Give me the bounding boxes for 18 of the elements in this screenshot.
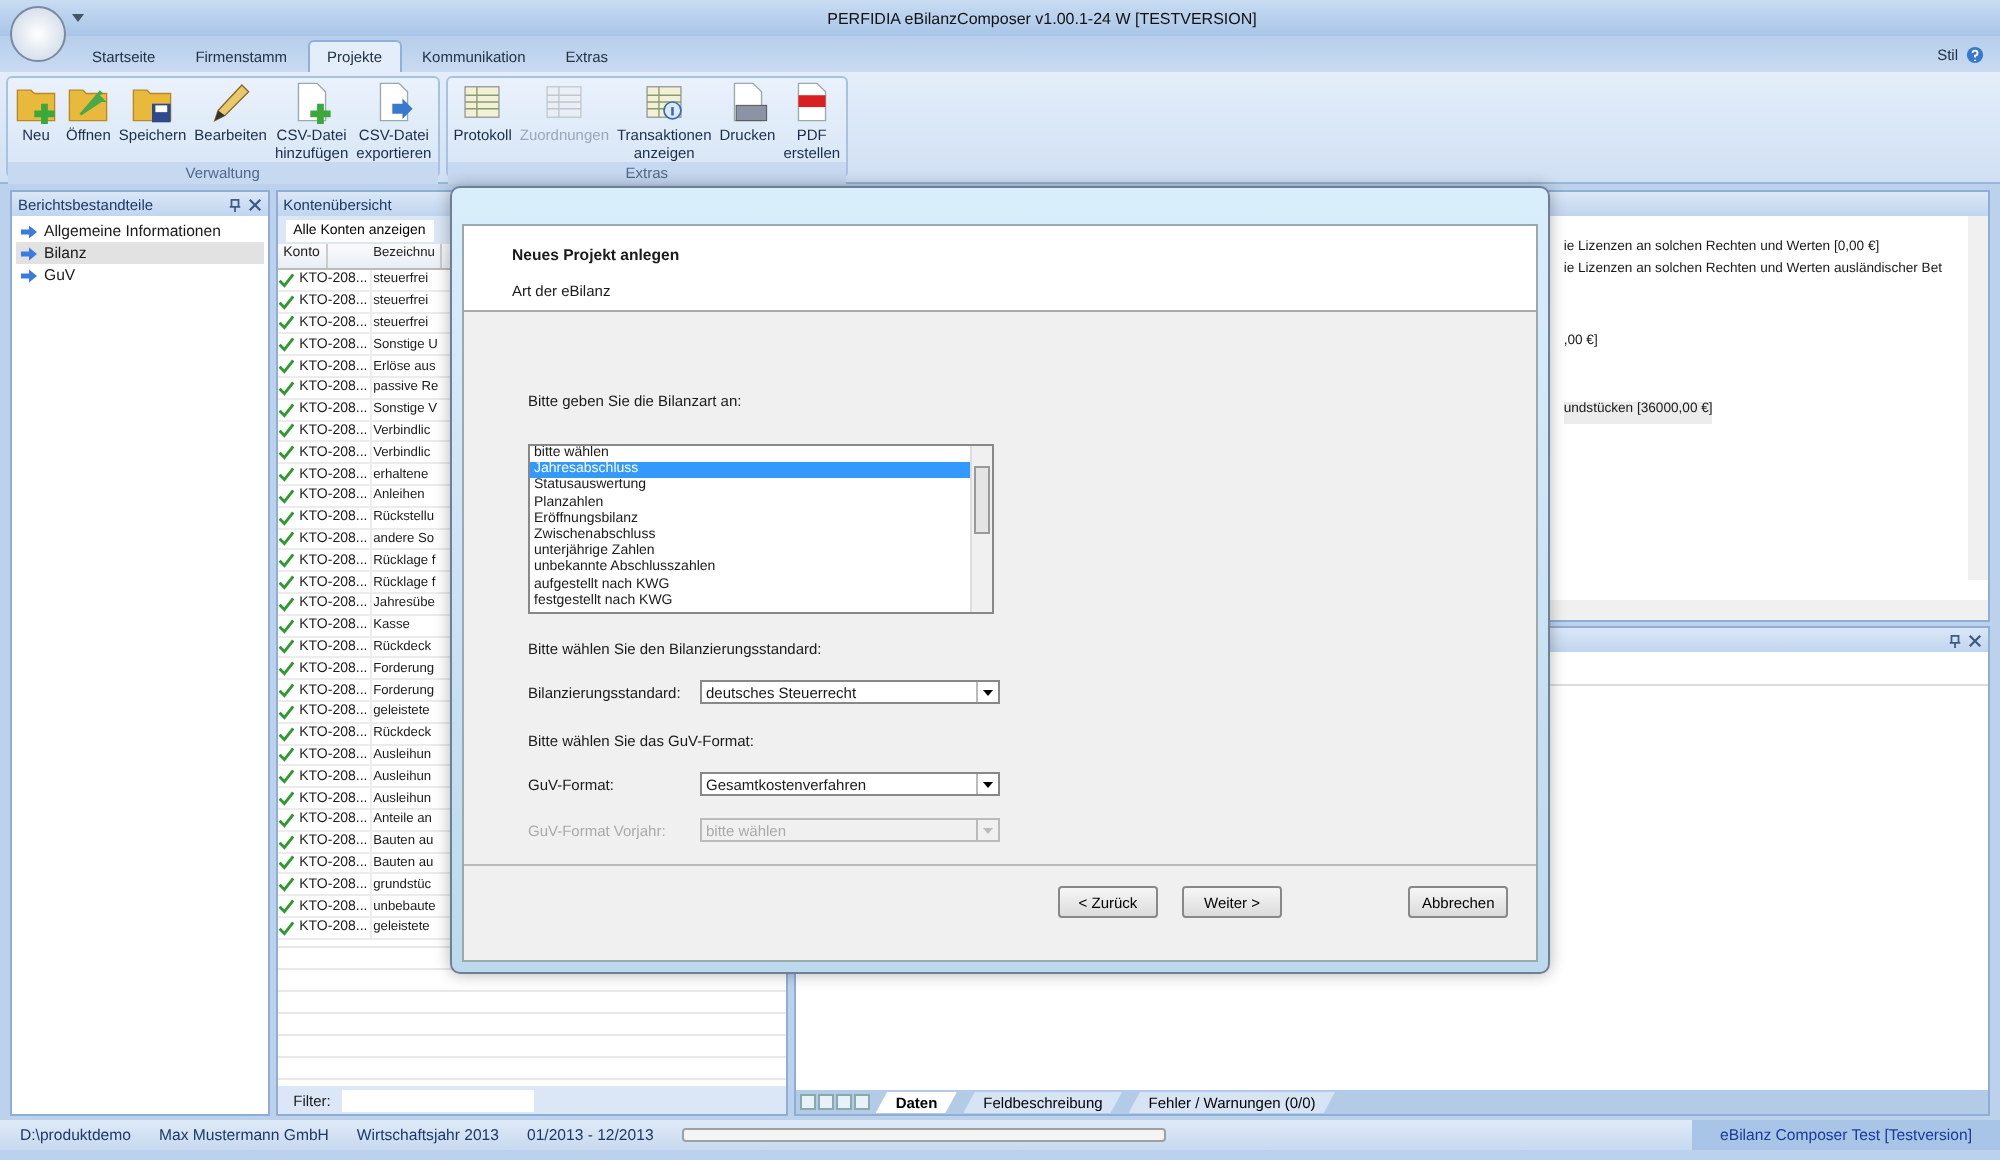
caret-icon [976,820,998,840]
table-info-icon [642,80,687,124]
app-menu-button[interactable] [10,6,66,62]
pin-icon[interactable] [1948,633,1962,647]
table-icon [542,80,587,124]
scrollbar[interactable] [1968,216,1988,580]
caret-icon [976,774,998,794]
filter-field[interactable] [342,1089,535,1111]
pencil-icon [208,80,253,124]
dropdown-icon[interactable] [72,14,84,22]
pin-icon[interactable] [227,197,242,211]
scrollbar[interactable] [970,446,992,612]
window-title: PERFIDIA eBilanzComposer v1.00.1-24 W [TESTVERSION] [825,9,1259,27]
close-icon[interactable] [1968,633,1982,647]
table-icon [460,80,505,124]
close-icon[interactable] [247,197,262,211]
caret-icon [976,682,998,702]
help-icon[interactable] [1966,45,1984,63]
